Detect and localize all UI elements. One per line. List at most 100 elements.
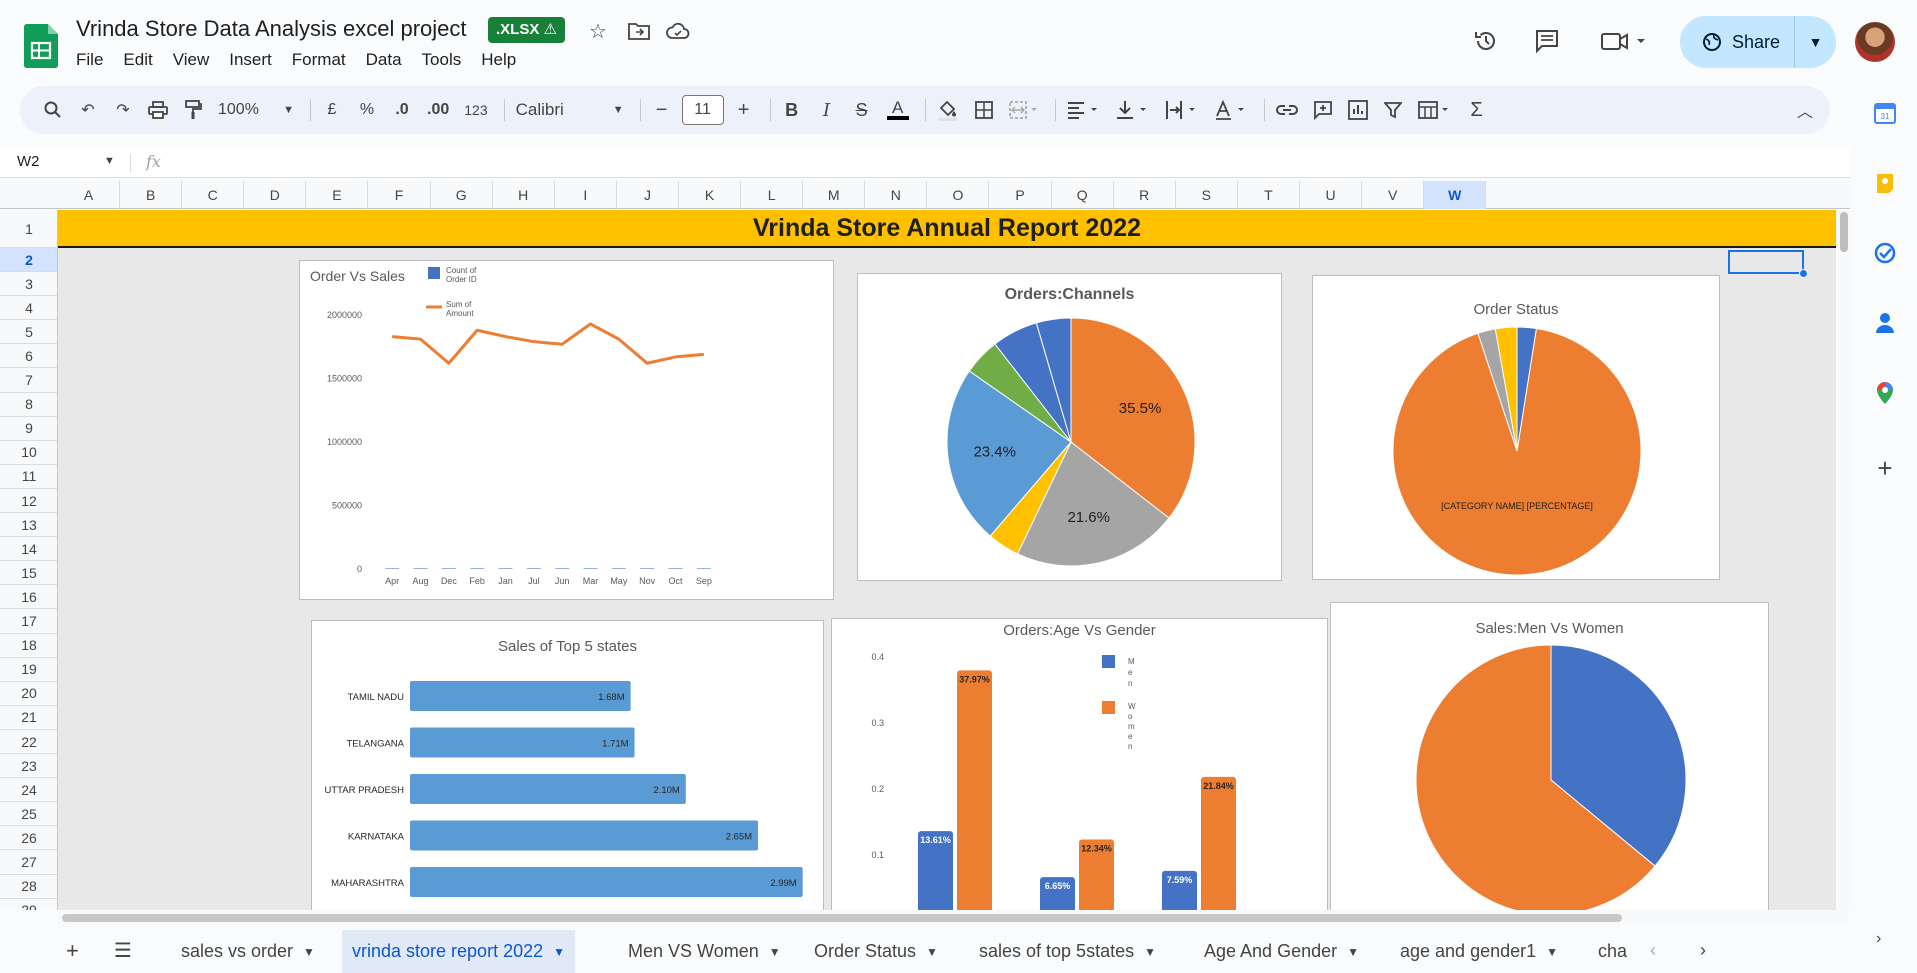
column-header-b[interactable]: B [120, 181, 183, 209]
row-header-10[interactable]: 10 [0, 441, 57, 465]
sheets-logo-icon[interactable] [24, 24, 58, 68]
scroll-tabs-left-icon[interactable]: ‹ [1650, 940, 1656, 961]
increase-font-size-button[interactable]: + [729, 94, 759, 126]
strikethrough-icon[interactable]: S [847, 94, 877, 126]
vertical-align-icon[interactable] [1111, 94, 1155, 126]
column-header-q[interactable]: Q [1052, 181, 1114, 209]
insert-comment-icon[interactable] [1308, 94, 1338, 126]
row-header-2[interactable]: 2 [0, 248, 57, 273]
name-box[interactable]: W2 [17, 153, 40, 170]
contacts-icon[interactable] [1872, 310, 1898, 336]
italic-icon[interactable]: I [812, 94, 842, 126]
decrease-decimal-button[interactable]: .0 [387, 94, 417, 126]
bold-icon[interactable]: B [777, 94, 807, 126]
column-header-i[interactable]: I [555, 181, 617, 209]
menu-tools[interactable]: Tools [412, 48, 472, 72]
row-header-7[interactable]: 7 [0, 369, 57, 393]
currency-format-button[interactable]: £ [317, 94, 347, 126]
collapse-toolbar-icon[interactable]: ︿ [1790, 94, 1820, 126]
row-header-8[interactable]: 8 [0, 393, 57, 417]
merge-cells-icon[interactable] [1004, 94, 1044, 126]
font-select[interactable]: Calibri ▼ [511, 94, 629, 126]
sales-top-5-states-chart[interactable]: Sales of Top 5 states TAMIL NADU 1.68M TELA… [311, 620, 824, 910]
print-icon[interactable] [143, 94, 173, 126]
calendar-icon[interactable]: 31 [1872, 100, 1898, 126]
order-vs-sales-chart[interactable]: Order Vs Sales Count of Order ID Sum of Amou… [299, 260, 834, 600]
sheet-tab-order-status[interactable]: Order Status ▼ [814, 930, 938, 973]
sheet-tab-sales-vs-order[interactable]: sales vs order ▼ [181, 930, 315, 973]
sheet-tab-age-and-gender[interactable]: Age And Gender ▼ [1204, 930, 1359, 973]
row-header-20[interactable]: 20 [0, 682, 57, 706]
row-header-27[interactable]: 27 [0, 851, 57, 875]
paint-format-icon[interactable] [178, 94, 208, 126]
version-history-icon[interactable] [1473, 28, 1499, 54]
row-header-16[interactable]: 16 [0, 585, 57, 610]
more-formats-button[interactable]: 123 [459, 94, 492, 126]
orders-age-gender-chart[interactable]: Orders:Age Vs Gender0.40.30.20.10MenWome… [831, 618, 1328, 910]
comments-icon[interactable] [1534, 28, 1560, 54]
user-avatar[interactable] [1855, 22, 1895, 62]
row-header-4[interactable]: 4 [0, 296, 57, 321]
column-header-c[interactable]: C [182, 181, 245, 209]
column-header-t[interactable]: T [1238, 181, 1300, 209]
column-header-g[interactable]: G [431, 181, 493, 209]
column-header-k[interactable]: K [679, 181, 742, 209]
undo-icon[interactable]: ↶ [73, 94, 103, 126]
add-sheet-icon[interactable]: + [66, 938, 79, 964]
file-format-badge[interactable]: .XLSX ⚠ [488, 17, 565, 43]
menu-file[interactable]: File [66, 48, 113, 72]
sheet-tab-men-vs-women[interactable]: Men VS Women ▼ [628, 930, 781, 973]
menu-data[interactable]: Data [356, 48, 412, 72]
row-header-18[interactable]: 18 [0, 634, 57, 658]
sheet-tab-sales-of-top-5states[interactable]: sales of top 5states ▼ [979, 930, 1156, 973]
row-header-22[interactable]: 22 [0, 730, 57, 755]
row-header-28[interactable]: 28 [0, 875, 57, 899]
row-header-12[interactable]: 12 [0, 489, 57, 514]
insert-chart-icon[interactable] [1343, 94, 1373, 126]
column-header-d[interactable]: D [244, 181, 307, 209]
formula-input[interactable] [180, 150, 1820, 176]
zoom-select[interactable]: 100% ▼ [213, 94, 299, 126]
chevron-down-icon[interactable]: ▼ [1144, 945, 1156, 959]
row-header-15[interactable]: 15 [0, 561, 57, 586]
decrease-font-size-button[interactable]: − [647, 94, 677, 126]
chevron-down-icon[interactable]: ▼ [104, 155, 115, 167]
row-header-25[interactable]: 25 [0, 802, 57, 827]
row-header-14[interactable]: 14 [0, 537, 57, 562]
maps-icon[interactable] [1872, 380, 1898, 406]
vertical-scrollbar[interactable] [1838, 210, 1850, 910]
chevron-down-icon[interactable]: ▼ [1546, 945, 1558, 959]
sheet-tab-vrinda-store-report-2022[interactable]: vrinda store report 2022 ▼ [342, 930, 575, 973]
tasks-icon[interactable] [1872, 240, 1898, 266]
row-header-19[interactable]: 19 [0, 658, 57, 682]
horizontal-align-icon[interactable] [1062, 94, 1106, 126]
row-header-5[interactable]: 5 [0, 320, 57, 345]
row-header-21[interactable]: 21 [0, 706, 57, 730]
row-header-9[interactable]: 9 [0, 417, 57, 441]
row-header-6[interactable]: 6 [0, 344, 57, 369]
chevron-down-icon[interactable]: ▼ [769, 945, 781, 959]
column-header-r[interactable]: R [1114, 181, 1176, 209]
share-main[interactable]: Share [1680, 16, 1794, 68]
meet-video-icon[interactable] [1600, 28, 1648, 54]
row-header-13[interactable]: 13 [0, 513, 57, 538]
menu-insert[interactable]: Insert [219, 48, 282, 72]
document-title[interactable]: Vrinda Store Data Analysis excel project [76, 16, 467, 42]
chevron-down-icon[interactable]: ▼ [926, 945, 938, 959]
vertical-scroll-thumb[interactable] [1840, 212, 1848, 252]
column-header-w[interactable]: W [1424, 181, 1487, 209]
row-header-11[interactable]: 11 [0, 465, 57, 489]
column-header-l[interactable]: L [741, 181, 804, 209]
column-header-j[interactable]: J [617, 181, 679, 209]
share-button[interactable]: Share ▼ [1680, 16, 1836, 68]
scroll-tabs-right-icon[interactable]: › [1700, 940, 1706, 961]
fill-handle[interactable] [1799, 269, 1808, 278]
chevron-down-icon[interactable]: ▼ [303, 945, 315, 959]
column-header-a[interactable]: A [58, 181, 121, 209]
redo-icon[interactable]: ↷ [108, 94, 138, 126]
column-header-h[interactable]: H [493, 181, 555, 209]
horizontal-scroll-thumb[interactable] [62, 914, 1622, 922]
borders-icon[interactable] [969, 94, 999, 126]
sheet-canvas[interactable]: Vrinda Store Annual Report 2022 Order Vs… [58, 210, 1836, 910]
chevron-down-icon[interactable]: ▼ [553, 945, 565, 959]
